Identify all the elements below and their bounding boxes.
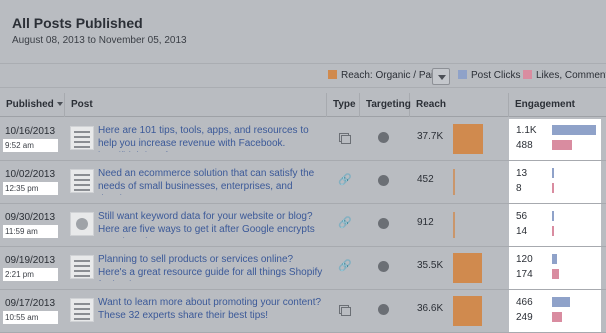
- post-clicks-value: 120: [516, 254, 533, 265]
- page-header: All Posts Published August 08, 2013 to N…: [0, 0, 606, 60]
- link-icon: 🔗: [338, 217, 352, 229]
- post-clicks-bar: [552, 297, 570, 307]
- post-clicks-value: 56: [516, 211, 528, 222]
- column-reach[interactable]: Reach: [410, 93, 509, 117]
- post-clicks-bar: [552, 211, 554, 221]
- reach-value: 452: [417, 174, 434, 185]
- post-clicks-bar: [552, 125, 596, 135]
- globe-icon: [378, 132, 389, 143]
- published-time: 12:35 pm: [5, 184, 39, 193]
- page-title: All Posts Published: [12, 15, 143, 31]
- link-icon: 🔗: [338, 174, 352, 186]
- likes-value: 14: [516, 226, 528, 237]
- post-link[interactable]: Need an ecommerce solution that can sati…: [98, 167, 323, 195]
- published-time: 2:21 pm: [5, 270, 34, 279]
- globe-icon: [378, 261, 389, 272]
- date-range: August 08, 2013 to November 05, 2013: [12, 35, 187, 46]
- column-post[interactable]: Post: [65, 93, 327, 117]
- likes-value: 249: [516, 312, 533, 323]
- legend-post-clicks[interactable]: Post Clicks: [458, 70, 520, 81]
- post-clicks-bar: [552, 168, 554, 178]
- post-clicks-bar: [552, 254, 557, 264]
- post-thumbnail[interactable]: [70, 169, 94, 193]
- likes-bar: [552, 183, 554, 193]
- post-link[interactable]: Still want keyword data for your website…: [98, 210, 323, 238]
- post-link[interactable]: Want to learn more about promoting your …: [98, 296, 323, 324]
- clicks-swatch-icon: [458, 70, 467, 79]
- likes-value: 488: [516, 140, 533, 151]
- reach-value: 912: [417, 217, 434, 228]
- column-published[interactable]: Published: [0, 93, 65, 117]
- post-thumbnail[interactable]: [70, 298, 94, 322]
- reach-bar: [453, 212, 455, 238]
- likes-bar: [552, 312, 562, 322]
- post-clicks-value: 13: [516, 168, 528, 179]
- post-link[interactable]: Here are 101 tips, tools, apps, and reso…: [98, 124, 323, 152]
- photo-icon: [338, 303, 351, 316]
- post-thumbnail[interactable]: [70, 126, 94, 150]
- likes-bar: [552, 226, 554, 236]
- published-time: 11:59 am: [5, 227, 38, 236]
- reach-bar: [453, 253, 482, 283]
- published-time: 10:55 am: [5, 313, 39, 322]
- published-date: 10/02/2013: [5, 169, 56, 180]
- likes-value: 174: [516, 269, 533, 280]
- reach-bar: [453, 169, 455, 195]
- post-clicks-value: 466: [516, 297, 533, 308]
- reach-value: 36.6K: [417, 303, 444, 314]
- table-row[interactable]: 09/30/2013 11:59 am Still want keyword d…: [0, 204, 606, 247]
- chevron-down-icon: [438, 75, 446, 80]
- chart-legend: Reach: Organic / Paid Post Clicks Likes,…: [0, 63, 606, 88]
- post-thumbnail[interactable]: [70, 212, 94, 236]
- globe-icon: [378, 218, 389, 229]
- legend-options-dropdown[interactable]: [432, 68, 450, 85]
- reach-swatch-icon: [328, 70, 337, 79]
- table-row[interactable]: 09/19/2013 2:21 pm Planning to sell prod…: [0, 247, 606, 290]
- reach-value: 35.5K: [417, 260, 444, 271]
- column-type[interactable]: Type: [327, 93, 360, 117]
- legend-likes[interactable]: Likes, Comments &: [523, 70, 606, 81]
- reach-bar: [453, 124, 483, 154]
- published-date: 09/19/2013: [5, 255, 56, 266]
- column-engagement[interactable]: Engagement: [509, 93, 606, 117]
- sort-down-icon: [56, 102, 63, 106]
- likes-swatch-icon: [523, 70, 532, 79]
- column-targeting[interactable]: Targeting: [360, 93, 411, 117]
- legend-reach[interactable]: Reach: Organic / Paid: [328, 70, 439, 81]
- likes-value: 8: [516, 183, 522, 194]
- table-header: Published Post Type Targeting Reach Enga…: [0, 93, 606, 117]
- photo-icon: [338, 131, 351, 144]
- globe-icon: [378, 175, 389, 186]
- reach-value: 37.7K: [417, 131, 444, 142]
- published-date: 09/17/2013: [5, 298, 56, 309]
- likes-bar: [552, 269, 559, 279]
- table-row[interactable]: 09/17/2013 10:55 am Want to learn more a…: [0, 290, 606, 333]
- table-row[interactable]: 10/02/2013 12:35 pm Need an ecommerce so…: [0, 161, 606, 204]
- published-time: 9:52 am: [5, 141, 34, 150]
- published-date: 10/16/2013: [5, 126, 56, 137]
- reach-bar: [453, 296, 482, 326]
- table-row[interactable]: 10/16/2013 9:52 am Here are 101 tips, to…: [0, 118, 606, 161]
- post-link[interactable]: Planning to sell products or services on…: [98, 253, 323, 281]
- likes-bar: [552, 140, 572, 150]
- globe-icon: [378, 304, 389, 315]
- published-date: 09/30/2013: [5, 212, 56, 223]
- post-clicks-value: 1.1K: [516, 125, 537, 136]
- link-icon: 🔗: [338, 260, 352, 272]
- post-thumbnail[interactable]: [70, 255, 94, 279]
